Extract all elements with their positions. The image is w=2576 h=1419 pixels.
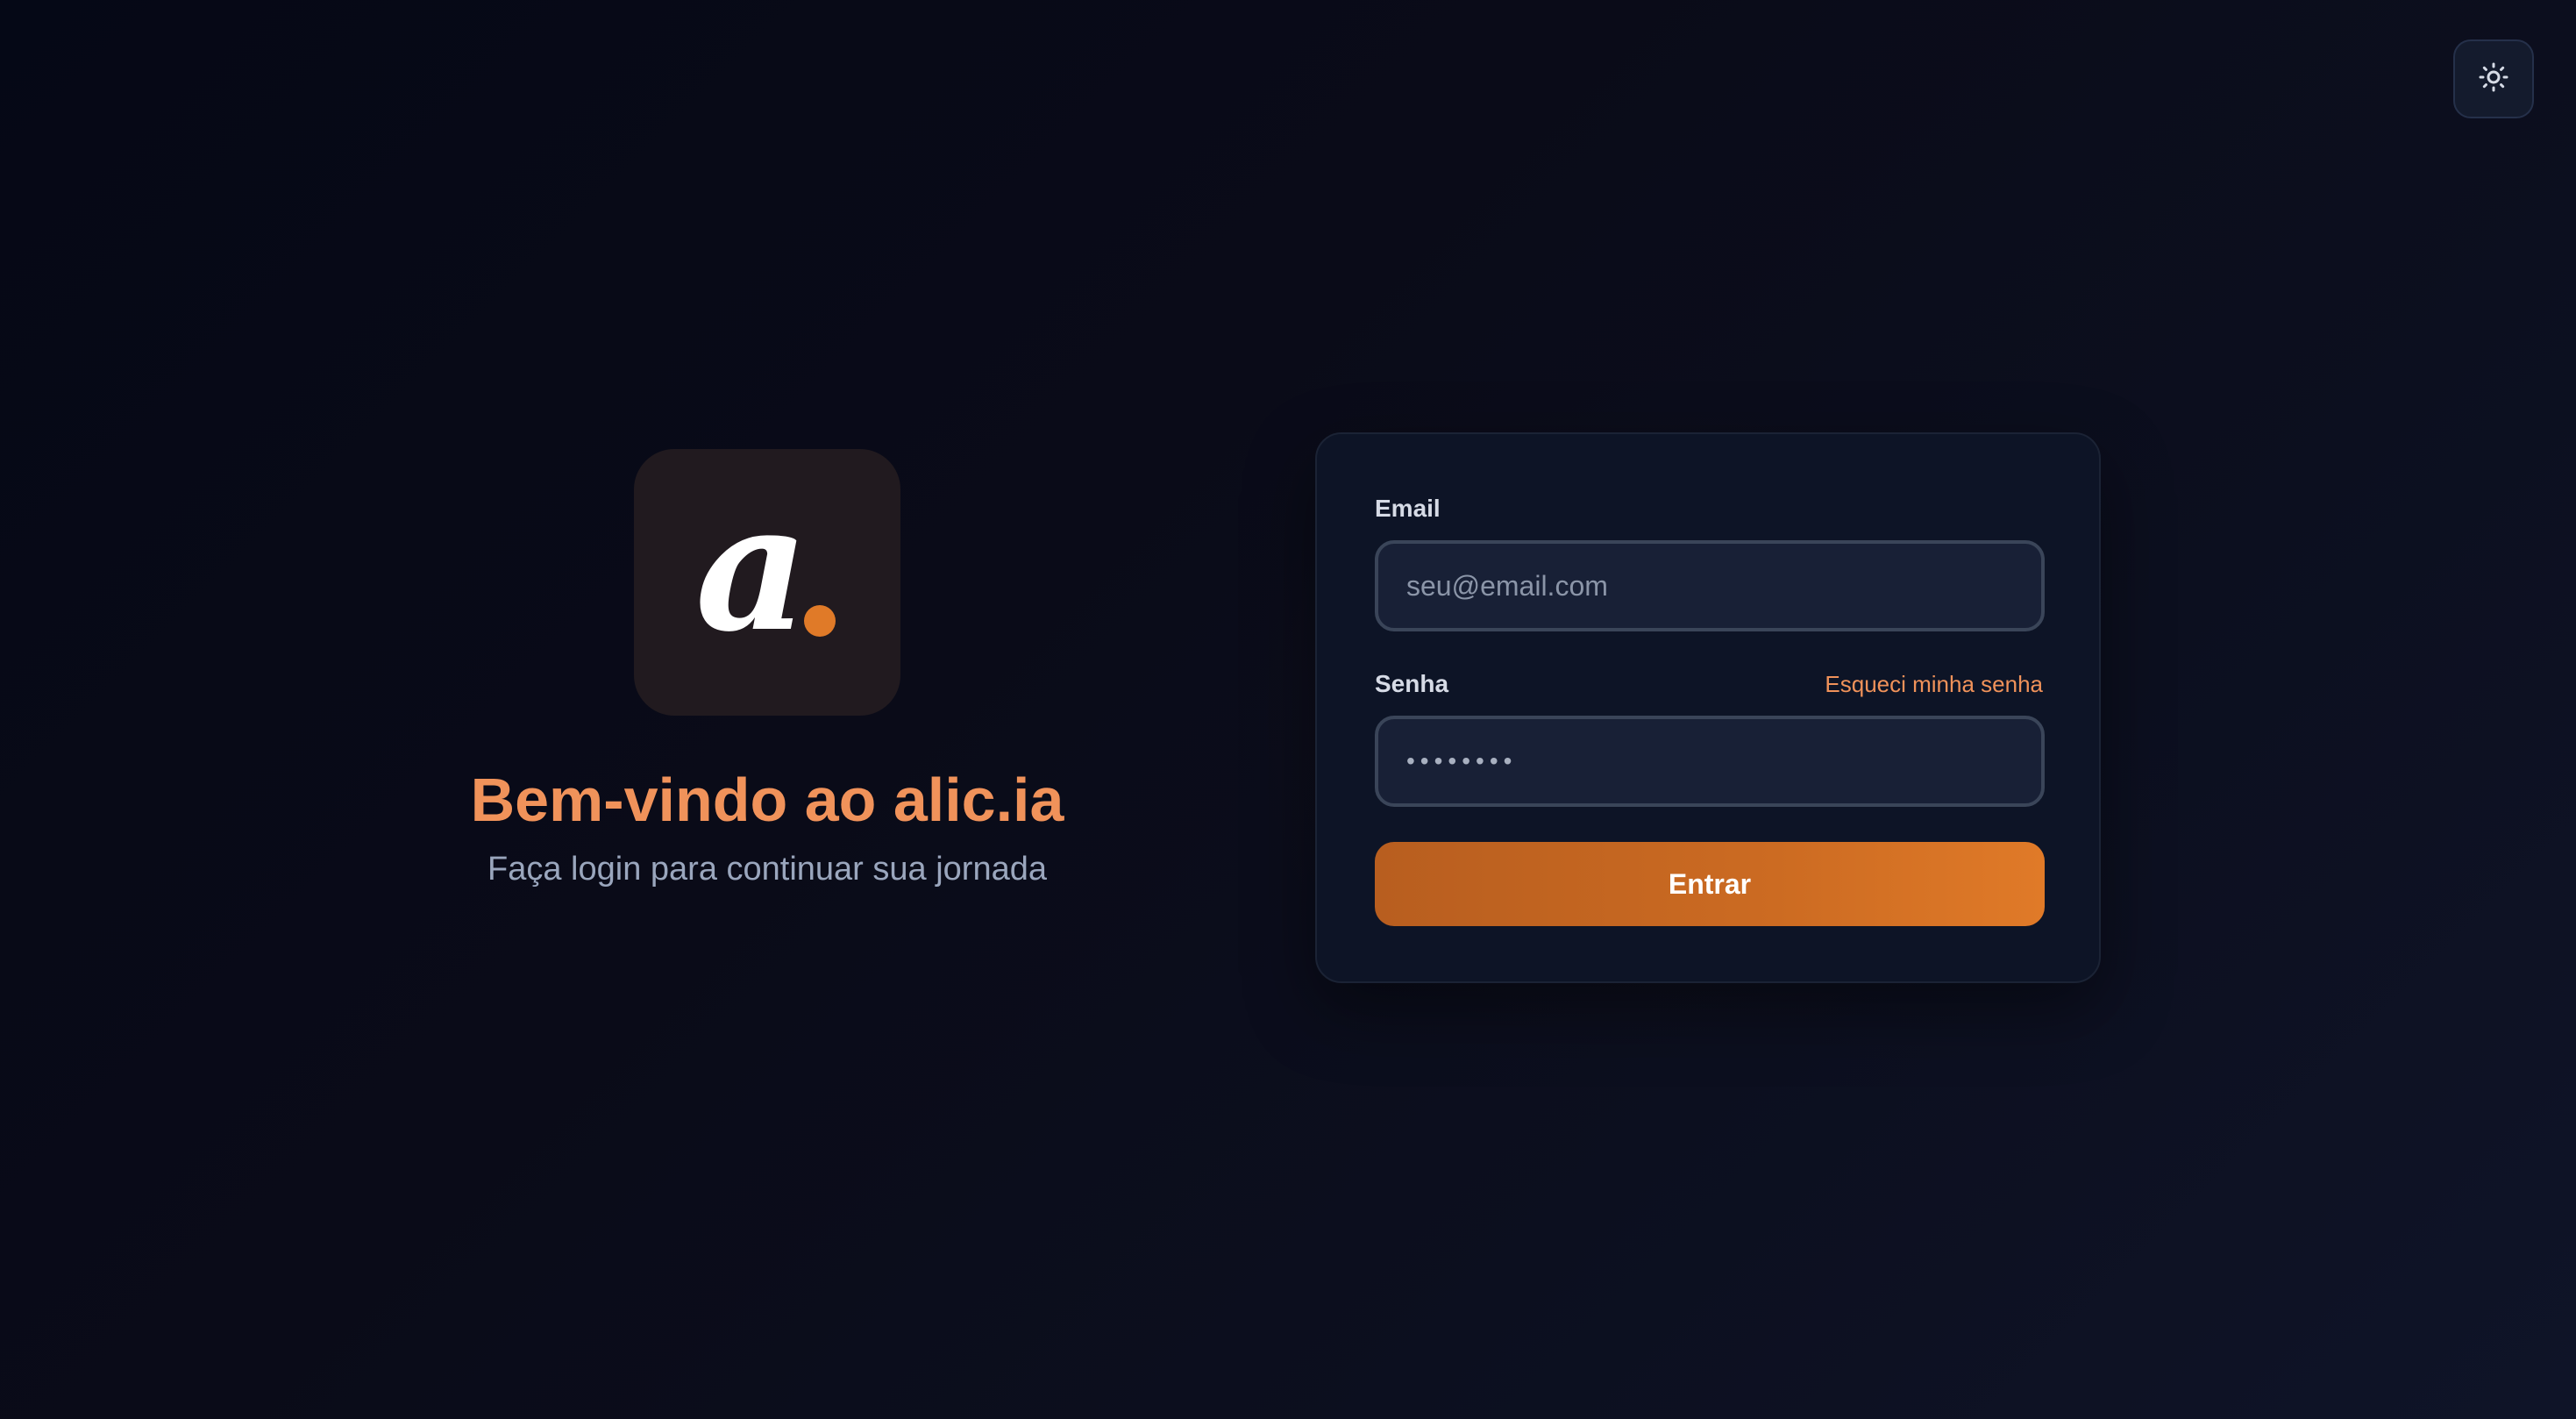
password-label: Senha [1375, 670, 1449, 697]
email-placeholder: seu@email.com [1406, 569, 1608, 602]
login-button[interactable]: Entrar [1375, 842, 2045, 926]
sun-icon [2478, 61, 2509, 97]
brand-section: a Bem-vindo ao alic.ia Faça login para c… [438, 449, 1096, 890]
theme-toggle-button[interactable] [2453, 39, 2534, 118]
page-subtitle: Faça login para continuar sua jornada [487, 851, 1047, 888]
app-logo: a [634, 449, 900, 716]
logo-letter: a [695, 465, 809, 671]
logo-dot [804, 605, 836, 637]
password-field[interactable]: •••••••• [1375, 716, 2045, 807]
login-card: Email seu@email.com Senha Esqueci minha … [1315, 432, 2101, 983]
forgot-password-link[interactable]: Esqueci minha senha [1825, 671, 2043, 698]
email-field[interactable]: seu@email.com [1375, 540, 2045, 631]
page-title: Bem-vindo ao alic.ia [470, 766, 1064, 834]
email-label: Email [1375, 495, 1441, 522]
password-value: •••••••• [1406, 747, 1518, 774]
